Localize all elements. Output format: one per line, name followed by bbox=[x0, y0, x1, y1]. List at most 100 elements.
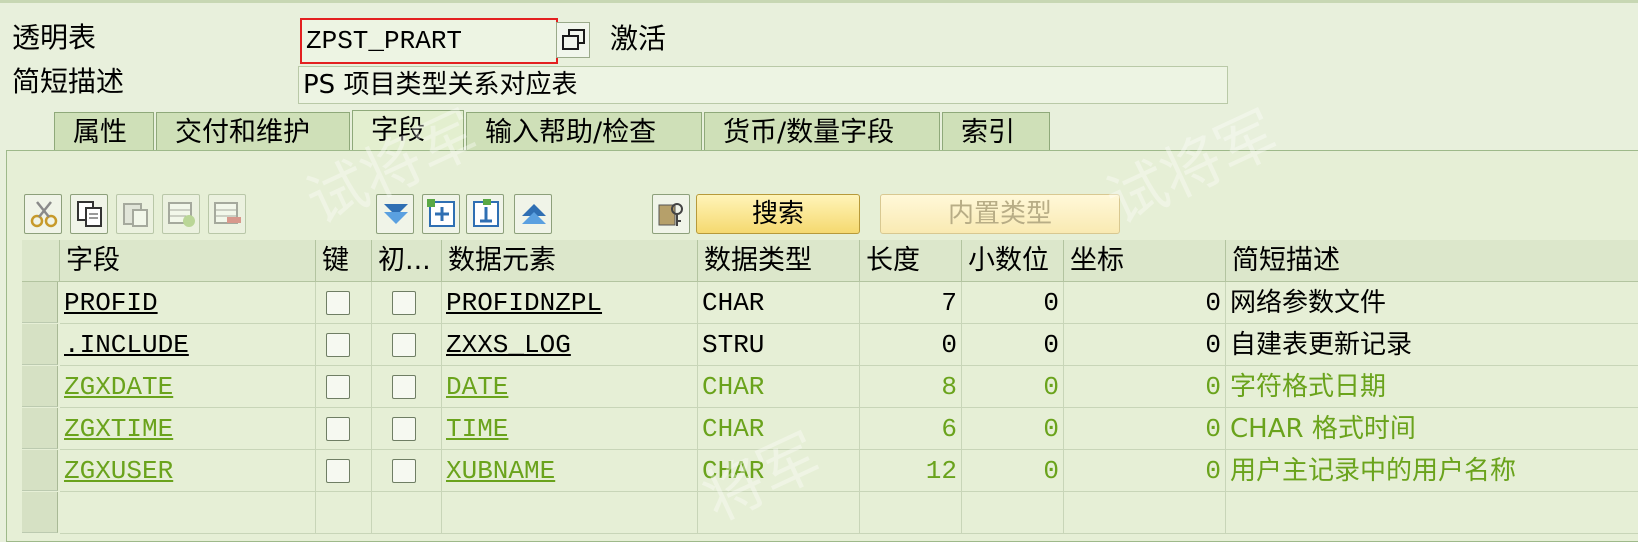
cell-data-type[interactable]: CHAR bbox=[698, 282, 860, 324]
table-name-input[interactable]: ZPST_PRART bbox=[300, 18, 558, 64]
cell-decimals[interactable]: 0 bbox=[962, 282, 1064, 324]
cell-short-desc[interactable]: 字符格式日期 bbox=[1226, 366, 1638, 408]
cell-short-desc[interactable]: CHAR 格式时间 bbox=[1226, 408, 1638, 450]
col-header-short-desc[interactable]: 简短描述 bbox=[1226, 240, 1638, 282]
initial-values-checkbox[interactable] bbox=[392, 291, 416, 315]
cell-data-element[interactable]: ZXXS_LOG bbox=[442, 324, 698, 366]
cell-field[interactable]: ZGXDATE bbox=[60, 366, 316, 408]
cell-data-type[interactable]: CHAR bbox=[698, 408, 860, 450]
cell-data-element-text[interactable]: ZXXS_LOG bbox=[446, 330, 571, 360]
cell-decimals[interactable]: 0 bbox=[962, 450, 1064, 492]
empty-cell[interactable] bbox=[1226, 492, 1638, 534]
cell-coordinate[interactable]: 0 bbox=[1064, 450, 1226, 492]
select-all-corner[interactable] bbox=[22, 240, 60, 282]
cell-key[interactable] bbox=[316, 282, 372, 324]
key-checkbox[interactable] bbox=[326, 291, 350, 315]
builtin-type-button[interactable]: 内置类型 bbox=[880, 194, 1120, 234]
cell-length[interactable]: 8 bbox=[860, 366, 962, 408]
row-selector[interactable] bbox=[22, 408, 58, 449]
cell-key[interactable] bbox=[316, 366, 372, 408]
insert-row-button[interactable] bbox=[162, 194, 200, 234]
row-selector[interactable] bbox=[22, 282, 58, 323]
row-selector[interactable] bbox=[22, 324, 58, 365]
cell-short-desc[interactable]: 网络参数文件 bbox=[1226, 282, 1638, 324]
append-field-button[interactable] bbox=[466, 194, 504, 234]
row-selector[interactable] bbox=[22, 492, 58, 533]
cell-coordinate[interactable]: 0 bbox=[1064, 408, 1226, 450]
cell-key[interactable] bbox=[316, 324, 372, 366]
cell-coordinate[interactable]: 0 bbox=[1064, 324, 1226, 366]
col-header-decimals[interactable]: 小数位 bbox=[962, 240, 1064, 282]
search-button[interactable]: 搜索 bbox=[696, 194, 860, 234]
cell-data-element-text[interactable]: DATE bbox=[446, 372, 508, 402]
empty-cell[interactable] bbox=[1064, 492, 1226, 534]
cell-data-type[interactable]: CHAR bbox=[698, 366, 860, 408]
cell-field-text[interactable]: PROFID bbox=[64, 288, 158, 318]
key-checkbox[interactable] bbox=[326, 459, 350, 483]
key-checkbox[interactable] bbox=[326, 375, 350, 399]
cell-field-text[interactable]: ZGXDATE bbox=[64, 372, 173, 402]
col-header-data-type[interactable]: 数据类型 bbox=[698, 240, 860, 282]
cell-initial[interactable] bbox=[372, 324, 442, 366]
initial-values-checkbox[interactable] bbox=[392, 375, 416, 399]
copy-button[interactable] bbox=[70, 194, 108, 234]
key-checkbox[interactable] bbox=[326, 417, 350, 441]
cell-key[interactable] bbox=[316, 450, 372, 492]
cell-initial[interactable] bbox=[372, 366, 442, 408]
col-header-initial[interactable]: 初... bbox=[372, 240, 442, 282]
col-header-length[interactable]: 长度 bbox=[860, 240, 962, 282]
empty-cell[interactable] bbox=[698, 492, 860, 534]
row-selector[interactable] bbox=[22, 450, 58, 491]
cell-data-element-text[interactable]: XUBNAME bbox=[446, 456, 555, 486]
tab-attributes[interactable]: 属性 bbox=[54, 112, 154, 152]
cut-button[interactable] bbox=[24, 194, 62, 234]
cell-field-text[interactable]: .INCLUDE bbox=[64, 330, 189, 360]
col-header-data-element[interactable]: 数据元素 bbox=[442, 240, 698, 282]
key-help-button[interactable] bbox=[652, 194, 690, 234]
cell-key[interactable] bbox=[316, 408, 372, 450]
col-header-coordinate[interactable]: 坐标 bbox=[1064, 240, 1226, 282]
new-field-button[interactable] bbox=[422, 194, 460, 234]
col-header-field[interactable]: 字段 bbox=[60, 240, 316, 282]
initial-values-checkbox[interactable] bbox=[392, 333, 416, 357]
cell-short-desc[interactable]: 用户主记录中的用户名称 bbox=[1226, 450, 1638, 492]
cell-length[interactable]: 12 bbox=[860, 450, 962, 492]
cell-initial[interactable] bbox=[372, 282, 442, 324]
cell-decimals[interactable]: 0 bbox=[962, 366, 1064, 408]
cell-data-element[interactable]: DATE bbox=[442, 366, 698, 408]
cell-field-text[interactable]: ZGXUSER bbox=[64, 456, 173, 486]
cell-data-type[interactable]: CHAR bbox=[698, 450, 860, 492]
cell-decimals[interactable]: 0 bbox=[962, 324, 1064, 366]
cell-length[interactable]: 7 bbox=[860, 282, 962, 324]
cell-data-type[interactable]: STRU bbox=[698, 324, 860, 366]
cell-coordinate[interactable]: 0 bbox=[1064, 282, 1226, 324]
cell-length[interactable]: 6 bbox=[860, 408, 962, 450]
cell-field[interactable]: ZGXUSER bbox=[60, 450, 316, 492]
tab-currency-quantity[interactable]: 货币/数量字段 bbox=[704, 112, 940, 152]
cell-decimals[interactable]: 0 bbox=[962, 408, 1064, 450]
cell-initial[interactable] bbox=[372, 450, 442, 492]
paste-button[interactable] bbox=[116, 194, 154, 234]
tab-fields[interactable]: 字段 bbox=[352, 110, 464, 154]
initial-values-checkbox[interactable] bbox=[392, 459, 416, 483]
short-desc-input[interactable]: PS 项目类型关系对应表 bbox=[298, 66, 1228, 104]
cell-field[interactable]: PROFID bbox=[60, 282, 316, 324]
empty-cell[interactable] bbox=[442, 492, 698, 534]
cell-data-element[interactable]: XUBNAME bbox=[442, 450, 698, 492]
initial-values-checkbox[interactable] bbox=[392, 417, 416, 441]
col-header-key[interactable]: 键 bbox=[316, 240, 372, 282]
value-help-button[interactable] bbox=[556, 22, 590, 58]
cell-field[interactable]: .INCLUDE bbox=[60, 324, 316, 366]
empty-cell[interactable] bbox=[962, 492, 1064, 534]
empty-cell[interactable] bbox=[60, 492, 316, 534]
key-checkbox[interactable] bbox=[326, 333, 350, 357]
empty-cell[interactable] bbox=[372, 492, 442, 534]
cell-data-element-text[interactable]: TIME bbox=[446, 414, 508, 444]
delete-row-button[interactable] bbox=[208, 194, 246, 234]
tab-indexes[interactable]: 索引 bbox=[942, 112, 1050, 152]
cell-initial[interactable] bbox=[372, 408, 442, 450]
cell-length[interactable]: 0 bbox=[860, 324, 962, 366]
cell-data-element[interactable]: TIME bbox=[442, 408, 698, 450]
cell-data-element-text[interactable]: PROFIDNZPL bbox=[446, 288, 602, 318]
cell-data-element[interactable]: PROFIDNZPL bbox=[442, 282, 698, 324]
